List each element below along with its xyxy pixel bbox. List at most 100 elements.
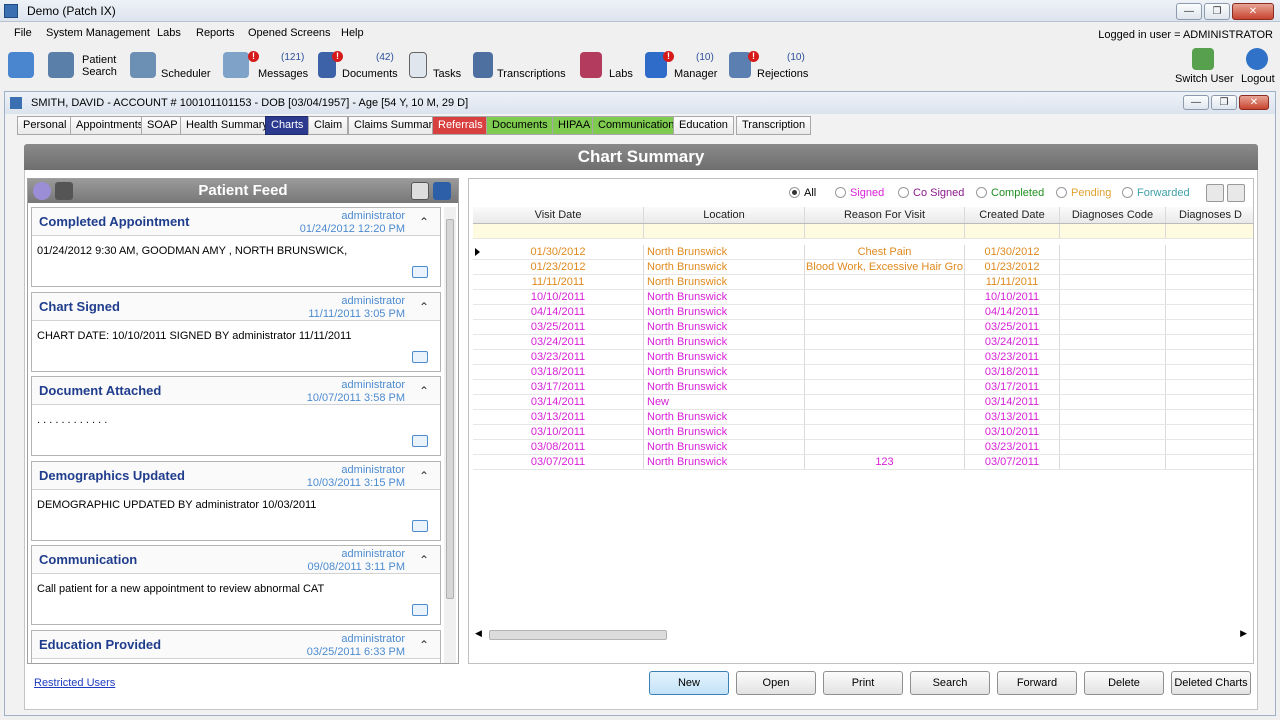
scroll-right-icon[interactable]: ▶	[1240, 628, 1247, 639]
grid-layout-icon[interactable]	[1227, 184, 1245, 202]
tab-appointments[interactable]: Appointments	[70, 116, 150, 135]
filter-signed[interactable]: Signed	[835, 187, 884, 199]
column-header[interactable]: Diagnoses Code	[1060, 207, 1166, 223]
filter-co-signed[interactable]: Co Signed	[898, 187, 964, 199]
scheduler-button[interactable]: Scheduler	[130, 48, 212, 84]
filter-completed[interactable]: Completed	[976, 187, 1044, 199]
print-button[interactable]: Print	[823, 671, 903, 695]
tab-charts[interactable]: Charts	[265, 116, 310, 135]
table-row[interactable]: 03/10/2011 North Brunswick 03/10/2011	[473, 425, 1253, 440]
table-row[interactable]: 03/24/2011 North Brunswick 03/24/2011	[473, 335, 1253, 350]
home-button[interactable]	[8, 48, 38, 84]
print-icon[interactable]	[411, 182, 429, 200]
scroll-left-icon[interactable]: ◀	[475, 628, 482, 639]
patient-maximize-button[interactable]: ❐	[1211, 95, 1237, 110]
radio-signed[interactable]	[835, 187, 846, 198]
messages-button[interactable]: ! (121) Messages	[223, 48, 311, 84]
radio-pending[interactable]	[1056, 187, 1067, 198]
refresh-icon[interactable]	[433, 182, 451, 200]
collapse-icon[interactable]: ⌃	[419, 638, 429, 652]
help-icon[interactable]	[33, 182, 51, 200]
table-row[interactable]: 03/17/2011 North Brunswick 03/17/2011	[473, 380, 1253, 395]
feed-scrollbar[interactable]	[444, 207, 456, 663]
manager-button[interactable]: ! (10) Manager	[645, 48, 720, 84]
export-icon[interactable]	[1206, 184, 1224, 202]
new-button[interactable]: New	[649, 671, 729, 695]
tab-transcription[interactable]: Transcription	[736, 116, 812, 135]
tab-soap[interactable]: SOAP	[141, 116, 184, 135]
tab-health-summary[interactable]: Health Summary	[180, 116, 274, 135]
column-header[interactable]: Reason For Visit	[805, 207, 965, 223]
feed-settings-icon[interactable]	[55, 182, 73, 200]
menu-system-management[interactable]: System Management	[46, 27, 150, 39]
table-row[interactable]: 01/23/2012 North Brunswick Blood Work, Exc…	[473, 260, 1253, 275]
collapse-icon[interactable]: ⌃	[419, 469, 429, 483]
logout-button[interactable]: Logout	[1238, 48, 1276, 85]
forward-button[interactable]: Forward	[997, 671, 1077, 695]
maximize-button[interactable]: ❐	[1204, 3, 1230, 20]
table-row[interactable]: 03/25/2011 North Brunswick 03/25/2011	[473, 320, 1253, 335]
reply-icon[interactable]	[412, 266, 428, 278]
deleted-charts-button[interactable]: Deleted Charts	[1171, 671, 1251, 695]
column-header[interactable]: Location	[644, 207, 805, 223]
delete-button[interactable]: Delete	[1084, 671, 1164, 695]
filter-cell[interactable]	[644, 224, 805, 238]
column-header[interactable]: Created Date	[965, 207, 1060, 223]
collapse-icon[interactable]: ⌃	[419, 553, 429, 567]
restricted-users-link[interactable]: Restricted Users	[34, 677, 115, 689]
filter-cell[interactable]	[473, 224, 644, 238]
table-row[interactable]: 03/14/2011 New 03/14/2011	[473, 395, 1253, 410]
collapse-icon[interactable]: ⌃	[419, 384, 429, 398]
table-row[interactable]: 01/30/2012 North Brunswick Chest Pain 01/30…	[473, 245, 1253, 260]
tab-hipaa[interactable]: HIPAA	[552, 116, 597, 135]
patient-close-button[interactable]: ✕	[1239, 95, 1269, 110]
column-header[interactable]: Visit Date	[473, 207, 644, 223]
reply-icon[interactable]	[412, 519, 428, 532]
grid-hscrollbar[interactable]: ◀ ▶	[473, 628, 1249, 642]
tab-communication[interactable]: Communication	[592, 116, 681, 135]
labs-button[interactable]: Labs	[580, 48, 636, 84]
tab-documents[interactable]: Documents	[486, 116, 554, 135]
table-row[interactable]: 03/18/2011 North Brunswick 03/18/2011	[473, 365, 1253, 380]
table-row[interactable]: 03/23/2011 North Brunswick 03/23/2011	[473, 350, 1253, 365]
table-row[interactable]: 11/11/2011 North Brunswick 11/11/2011	[473, 275, 1253, 290]
menu-help[interactable]: Help	[341, 27, 364, 39]
search-button[interactable]: Search	[910, 671, 990, 695]
tab-claims-summary[interactable]: Claims Summary	[348, 116, 444, 135]
radio-all[interactable]	[789, 187, 800, 198]
reply-icon[interactable]	[412, 604, 428, 616]
tab-education[interactable]: Education	[673, 116, 734, 135]
radio-co-signed[interactable]	[898, 187, 909, 198]
open-button[interactable]: Open	[736, 671, 816, 695]
filter-pending[interactable]: Pending	[1056, 187, 1111, 199]
patient-search-button[interactable]: Patient Search	[48, 48, 120, 84]
filter-all[interactable]: All	[789, 187, 816, 199]
reply-icon[interactable]	[412, 350, 428, 363]
minimize-button[interactable]: —	[1176, 3, 1202, 20]
column-header[interactable]: Diagnoses D	[1166, 207, 1253, 223]
tab-personal[interactable]: Personal	[17, 116, 73, 135]
tab-referrals[interactable]: Referrals	[432, 116, 489, 135]
close-button[interactable]: ✕	[1232, 3, 1274, 20]
filter-cell[interactable]	[1166, 224, 1253, 238]
switch-user-button[interactable]: Switch User	[1174, 48, 1234, 85]
table-row[interactable]: 03/13/2011 North Brunswick 03/13/2011	[473, 410, 1253, 425]
rejections-button[interactable]: ! (10) Rejections	[729, 48, 811, 84]
radio-completed[interactable]	[976, 187, 987, 198]
filter-cell[interactable]	[965, 224, 1060, 238]
reply-icon[interactable]	[412, 435, 428, 447]
table-row[interactable]: 10/10/2011 North Brunswick 10/10/2011	[473, 290, 1253, 305]
radio-forwarded[interactable]	[1122, 187, 1133, 198]
table-row[interactable]: 03/08/2011 North Brunswick 03/23/2011	[473, 440, 1253, 455]
transcriptions-button[interactable]: Transcriptions	[473, 48, 568, 84]
grid-hscroll-thumb[interactable]	[489, 630, 667, 640]
tab-claim[interactable]: Claim	[308, 116, 349, 135]
menu-opened-screens[interactable]: Opened Screens	[248, 27, 331, 39]
collapse-icon[interactable]: ⌃	[419, 215, 429, 229]
table-row[interactable]: 03/07/2011 North Brunswick 123 03/07/2011	[473, 455, 1253, 470]
tasks-button[interactable]: Tasks	[409, 48, 465, 84]
patient-minimize-button[interactable]: —	[1183, 95, 1209, 110]
menu-file[interactable]: File	[14, 27, 32, 39]
filter-cell[interactable]	[1060, 224, 1166, 238]
documents-button[interactable]: ! (42) Documents	[318, 48, 398, 84]
